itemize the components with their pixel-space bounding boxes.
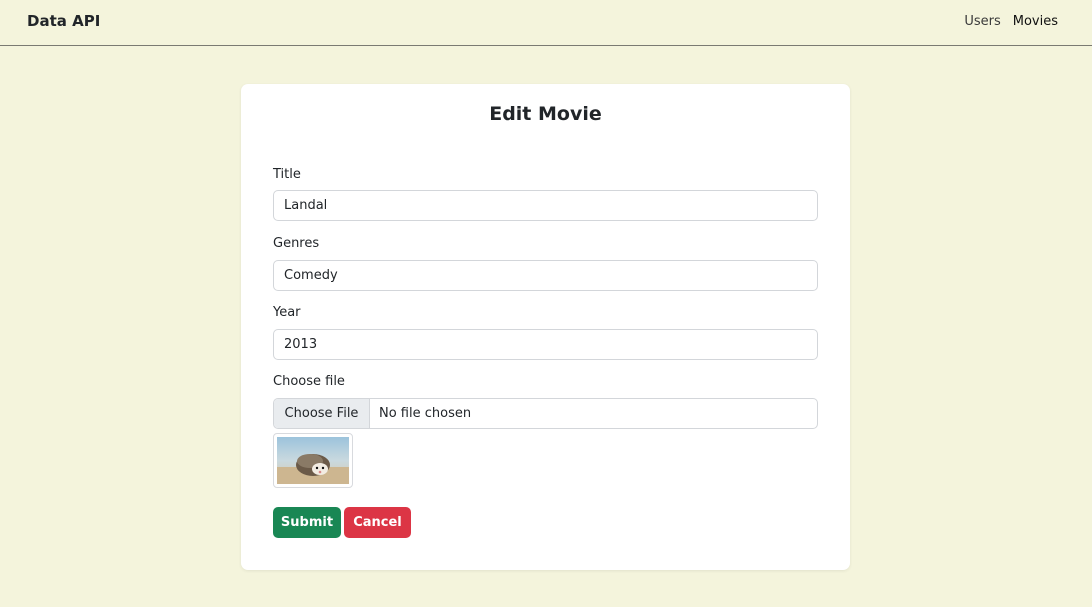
year-label: Year — [273, 305, 301, 320]
cancel-button[interactable]: Cancel — [344, 507, 411, 538]
brand-logo[interactable]: Data API — [27, 12, 100, 30]
choose-file-button[interactable]: Choose File — [274, 399, 370, 428]
nav-links: Users Movies — [964, 14, 1058, 29]
nav-link-movies[interactable]: Movies — [1013, 14, 1058, 29]
hedgehog-image — [277, 437, 349, 484]
year-input[interactable] — [273, 329, 818, 360]
navbar: Data API Users Movies — [0, 0, 1092, 46]
file-input[interactable]: Choose File No file chosen — [273, 398, 818, 429]
submit-button[interactable]: Submit — [273, 507, 341, 538]
title-input[interactable] — [273, 190, 818, 221]
page-title: Edit Movie — [489, 103, 602, 125]
edit-movie-card: Edit Movie Title Genres Year Choose file… — [241, 84, 850, 570]
file-label: Choose file — [273, 374, 345, 389]
nav-link-users[interactable]: Users — [964, 14, 1000, 29]
genres-input[interactable] — [273, 260, 818, 291]
genres-label: Genres — [273, 236, 320, 251]
file-status: No file chosen — [379, 406, 472, 421]
movie-thumbnail — [273, 433, 353, 488]
title-label: Title — [273, 167, 301, 182]
